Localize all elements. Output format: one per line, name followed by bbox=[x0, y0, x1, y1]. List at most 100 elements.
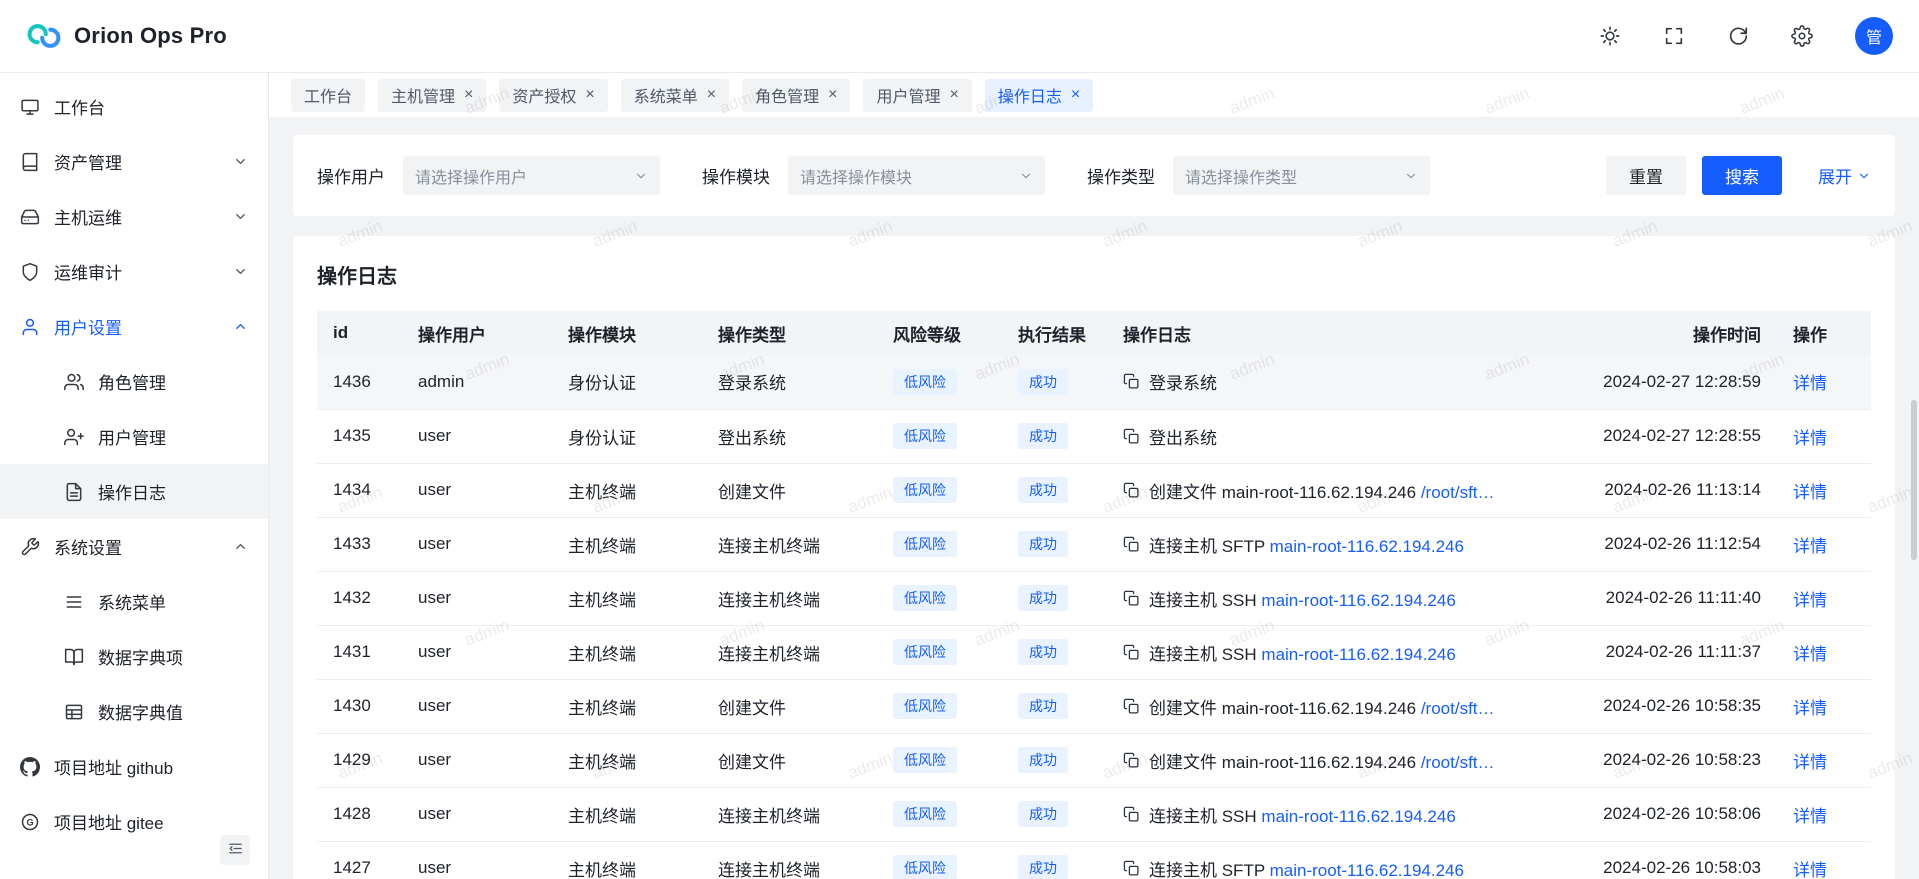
detail-link[interactable]: 详情 bbox=[1793, 537, 1827, 556]
chevron-up-icon bbox=[233, 539, 248, 554]
log-parts: 连接主机 SFTP main-root-116.62.194.246 bbox=[1149, 532, 1464, 557]
log-link[interactable]: main-root-116.62.194.246 bbox=[1261, 591, 1455, 610]
sidebar-item-host-ops[interactable]: 主机运维 bbox=[0, 189, 268, 244]
tab-workbench[interactable]: 工作台 bbox=[291, 79, 365, 112]
app-logo: Orion Ops Pro bbox=[26, 18, 227, 54]
copy-icon[interactable] bbox=[1123, 428, 1140, 445]
log-cell: 创建文件 main-root-116.62.194.246 /root/sft… bbox=[1123, 748, 1571, 773]
tab-op-log[interactable]: 操作日志× bbox=[985, 79, 1093, 112]
sidebar-item-dict-item[interactable]: 数据字典项 bbox=[0, 629, 268, 684]
detail-link[interactable]: 详情 bbox=[1793, 807, 1827, 826]
tab-close-icon[interactable]: × bbox=[464, 87, 473, 103]
cell-action: 详情 bbox=[1777, 787, 1871, 841]
refresh-button[interactable] bbox=[1727, 25, 1749, 47]
copy-icon[interactable] bbox=[1123, 644, 1140, 661]
copy-icon[interactable] bbox=[1123, 806, 1140, 823]
sidebar-item-system-menu[interactable]: 系统菜单 bbox=[0, 574, 268, 629]
result-badge: 成功 bbox=[1018, 639, 1068, 665]
table-row: 1432user主机终端连接主机终端低风险成功连接主机 SSH main-roo… bbox=[317, 571, 1871, 625]
copy-icon[interactable] bbox=[1123, 373, 1140, 390]
cell-action: 详情 bbox=[1777, 355, 1871, 409]
sidebar-item-label: 操作日志 bbox=[98, 479, 166, 504]
copy-icon[interactable] bbox=[1123, 860, 1140, 877]
log-cell: 连接主机 SSH main-root-116.62.194.246 bbox=[1123, 802, 1571, 827]
scrollbar-thumb[interactable] bbox=[1911, 400, 1917, 560]
sidebar-item-system-settings[interactable]: 系统设置 bbox=[0, 519, 268, 574]
search-button[interactable]: 搜索 bbox=[1702, 156, 1782, 195]
risk-badge: 低风险 bbox=[893, 423, 957, 449]
detail-link[interactable]: 详情 bbox=[1793, 374, 1827, 393]
sidebar-item-github[interactable]: 项目地址 github bbox=[0, 739, 268, 794]
log-link[interactable]: main-root-116.62.194.246 bbox=[1270, 537, 1464, 556]
sidebar-item-label: 用户管理 bbox=[98, 424, 166, 449]
log-link[interactable]: main-root-116.62.194.246 bbox=[1261, 645, 1455, 664]
log-link[interactable]: main-root-116.62.194.246 bbox=[1261, 807, 1455, 826]
theme-toggle-button[interactable] bbox=[1599, 25, 1621, 47]
tab-asset-auth[interactable]: 资产授权× bbox=[499, 79, 607, 112]
table-row: 1433user主机终端连接主机终端低风险成功连接主机 SFTP main-ro… bbox=[317, 517, 1871, 571]
column-header: 操作模块 bbox=[552, 311, 702, 355]
log-link[interactable]: /root/sft… bbox=[1421, 699, 1495, 718]
tab-host-manage[interactable]: 主机管理× bbox=[378, 79, 486, 112]
expand-toggle[interactable]: 展开 bbox=[1818, 163, 1871, 188]
cell-id: 1430 bbox=[317, 679, 402, 733]
detail-link[interactable]: 详情 bbox=[1793, 483, 1827, 502]
log-link[interactable]: /root/sft… bbox=[1421, 753, 1495, 772]
sidebar-item-workbench[interactable]: 工作台 bbox=[0, 79, 268, 134]
detail-link[interactable]: 详情 bbox=[1793, 861, 1827, 879]
cell-user: user bbox=[402, 463, 552, 517]
sidebar-item-ops-audit[interactable]: 运维审计 bbox=[0, 244, 268, 299]
tab-close-icon[interactable]: × bbox=[828, 87, 837, 103]
sidebar-item-role-management[interactable]: 角色管理 bbox=[0, 354, 268, 409]
gear-icon bbox=[1791, 25, 1813, 47]
copy-icon[interactable] bbox=[1123, 698, 1140, 715]
table-row: 1430user主机终端创建文件低风险成功创建文件 main-root-116.… bbox=[317, 679, 1871, 733]
avatar[interactable]: 管 bbox=[1855, 17, 1893, 55]
log-text: 连接主机 SSH bbox=[1149, 807, 1261, 826]
sidebar-item-asset-management[interactable]: 资产管理 bbox=[0, 134, 268, 189]
settings-button[interactable] bbox=[1791, 25, 1813, 47]
select-op-type[interactable]: 请选择操作类型 bbox=[1173, 156, 1430, 195]
cell-log: 登出系统 bbox=[1107, 409, 1587, 463]
book-open-icon bbox=[64, 647, 84, 667]
sidebar-collapse-button[interactable] bbox=[220, 835, 250, 865]
sidebar-item-user-settings[interactable]: 用户设置 bbox=[0, 299, 268, 354]
sidebar-item-user-management[interactable]: 用户管理 bbox=[0, 409, 268, 464]
detail-link[interactable]: 详情 bbox=[1793, 699, 1827, 718]
cell-risk: 低风险 bbox=[877, 733, 1002, 787]
log-table-body: 1436admin身份认证登录系统低风险成功登录系统2024-02-27 12:… bbox=[317, 355, 1871, 879]
detail-link[interactable]: 详情 bbox=[1793, 429, 1827, 448]
detail-link[interactable]: 详情 bbox=[1793, 591, 1827, 610]
select-op-module[interactable]: 请选择操作模块 bbox=[788, 156, 1045, 195]
reset-button[interactable]: 重置 bbox=[1606, 156, 1686, 195]
tab-close-icon[interactable]: × bbox=[949, 87, 958, 103]
tab-close-icon[interactable]: × bbox=[585, 87, 594, 103]
cell-module: 主机终端 bbox=[552, 625, 702, 679]
copy-icon[interactable] bbox=[1123, 590, 1140, 607]
cell-risk: 低风险 bbox=[877, 679, 1002, 733]
log-link[interactable]: /root/sft… bbox=[1421, 483, 1495, 502]
result-badge: 成功 bbox=[1018, 423, 1068, 449]
copy-icon[interactable] bbox=[1123, 482, 1140, 499]
table-row: 1431user主机终端连接主机终端低风险成功连接主机 SSH main-roo… bbox=[317, 625, 1871, 679]
detail-link[interactable]: 详情 bbox=[1793, 753, 1827, 772]
sidebar-item-operation-log[interactable]: 操作日志 bbox=[0, 464, 268, 519]
fullscreen-button[interactable] bbox=[1663, 25, 1685, 47]
select-op-user[interactable]: 请选择操作用户 bbox=[403, 156, 660, 195]
cell-result: 成功 bbox=[1002, 625, 1107, 679]
cell-result: 成功 bbox=[1002, 733, 1107, 787]
cell-action: 详情 bbox=[1777, 517, 1871, 571]
tab-role-manage[interactable]: 角色管理× bbox=[742, 79, 850, 112]
tabbar: 工作台主机管理× 资产授权× 系统菜单× 角色管理× 用户管理× 操作日志× bbox=[269, 73, 1919, 117]
sidebar-item-dict-value[interactable]: 数据字典值 bbox=[0, 684, 268, 739]
tab-user-manage[interactable]: 用户管理× bbox=[863, 79, 971, 112]
log-link[interactable]: main-root-116.62.194.246 bbox=[1270, 861, 1464, 879]
tab-close-icon[interactable]: × bbox=[1071, 87, 1080, 103]
detail-link[interactable]: 详情 bbox=[1793, 645, 1827, 664]
copy-icon[interactable] bbox=[1123, 752, 1140, 769]
cell-user: user bbox=[402, 571, 552, 625]
tab-sys-menu[interactable]: 系统菜单× bbox=[621, 79, 729, 112]
chevron-up-icon bbox=[233, 319, 248, 334]
copy-icon[interactable] bbox=[1123, 536, 1140, 553]
tab-close-icon[interactable]: × bbox=[707, 87, 716, 103]
